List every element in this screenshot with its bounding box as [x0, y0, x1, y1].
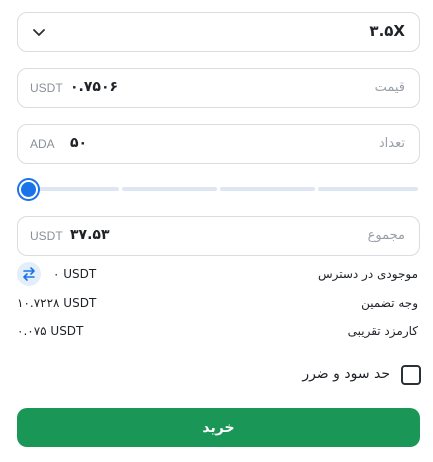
amount-slider[interactable] — [18, 179, 418, 201]
slider-segment — [220, 187, 315, 191]
buy-button[interactable]: خرید — [17, 408, 420, 447]
available-label: موجودی در دسترس — [317, 267, 418, 281]
fee-label: کارمزد تقریبی — [347, 324, 418, 338]
margin-label: وجه تضمین — [361, 296, 418, 310]
quantity-value: ۵۰ — [70, 135, 88, 151]
margin-value: ۱۰.۷۲۲۸ USDT — [17, 296, 97, 310]
price-value: ۰.۷۵۰۶ — [70, 79, 119, 95]
tpsl-toggle[interactable]: حد سود و ضرر — [17, 363, 421, 387]
quantity-unit: ADA — [30, 137, 55, 151]
available-balance-row: ۰ USDT موجودی در دسترس — [17, 262, 420, 286]
chevron-down-icon — [33, 29, 45, 36]
slider-segment — [122, 187, 217, 191]
price-unit: USDT — [30, 81, 63, 95]
quantity-label: تعداد — [378, 136, 405, 151]
swap-icon[interactable] — [17, 262, 41, 286]
slider-segment — [318, 187, 418, 191]
slider-handle[interactable] — [19, 180, 38, 199]
fee-row: ۰.۰۷۵ USDT کارمزد تقریبی — [17, 321, 420, 341]
total-label: مجموع — [367, 228, 405, 243]
total-unit: USDT — [30, 229, 63, 243]
available-value: ۰ USDT — [53, 267, 97, 281]
leverage-value: ۳.۵X — [369, 22, 405, 40]
leverage-select[interactable]: ۳.۵X — [17, 12, 420, 52]
total-input[interactable]: USDT ۳۷.۵۳ مجموع — [17, 216, 420, 256]
margin-row: ۱۰.۷۲۲۸ USDT وجه تضمین — [17, 293, 420, 313]
tpsl-label: حد سود و ضرر — [302, 366, 390, 382]
price-label: قیمت — [374, 80, 405, 95]
fee-value: ۰.۰۷۵ USDT — [17, 324, 84, 338]
price-input[interactable]: USDT ۰.۷۵۰۶ قیمت — [17, 68, 420, 108]
swap-arrows — [23, 267, 35, 281]
tpsl-checkbox[interactable] — [401, 365, 421, 385]
quantity-input[interactable]: ADA ۵۰ تعداد — [17, 124, 420, 164]
total-value: ۳۷.۵۳ — [70, 227, 110, 243]
